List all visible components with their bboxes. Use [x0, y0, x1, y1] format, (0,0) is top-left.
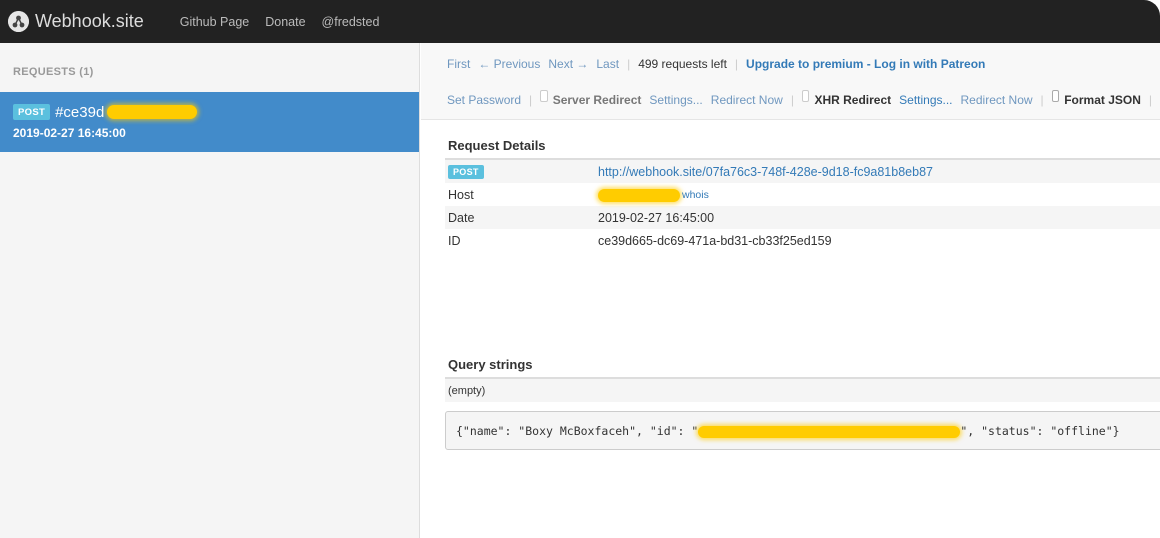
table-row: Host whois — [445, 183, 1160, 206]
server-redirect-now-link[interactable]: Redirect Now — [711, 93, 783, 107]
nav-github-page[interactable]: Github Page — [180, 15, 250, 29]
xhr-redirect-now-link[interactable]: Redirect Now — [961, 93, 1033, 107]
request-url-link[interactable]: http://webhook.site/07fa76c3-748f-428e-9… — [598, 165, 933, 179]
webhook-logo-icon — [8, 11, 29, 32]
requests-header: REQUESTS (1) — [13, 66, 94, 78]
xhr-redirect-label: XHR Redirect — [814, 93, 892, 107]
separator: | — [790, 93, 794, 107]
host-value: whois — [598, 187, 709, 202]
upgrade-link[interactable]: Upgrade to premium - Log in with Patreon — [746, 57, 985, 71]
separator: | — [1040, 93, 1044, 107]
format-json-checkbox[interactable] — [1051, 90, 1060, 102]
brand-link[interactable]: Webhook.site — [8, 11, 144, 32]
request-details-table: POST http://webhook.site/07fa76c3-748f-4… — [445, 158, 1160, 252]
body-text-end: ", "status": "offline"} — [960, 424, 1120, 438]
request-date: 2019-02-27 16:45:00 — [13, 126, 126, 140]
request-id: #ce39d — [55, 103, 105, 121]
previous-link[interactable]: ← Previous — [478, 57, 540, 71]
last-link[interactable]: Last — [596, 57, 619, 71]
whois-link[interactable]: whois — [682, 189, 709, 201]
redacted-highlight — [698, 425, 961, 438]
brand-name: Webhook.site — [35, 11, 144, 31]
table-row: POST http://webhook.site/07fa76c3-748f-4… — [445, 160, 1160, 183]
table-row: ID ce39d665-dc69-471a-bd31-cb33f25ed159 — [445, 229, 1160, 252]
request-body: {"name": "Boxy McBoxfaceh", "id": " ", "s… — [445, 411, 1160, 450]
separator: | — [627, 57, 631, 71]
request-list-item[interactable]: POST #ce39d 2019-02-27 16:45:00 — [0, 92, 419, 152]
separator: | — [529, 93, 533, 107]
requests-left: 499 requests left — [638, 57, 727, 71]
main-panel: First ← Previous Next → Last | 499 reque… — [421, 43, 1160, 538]
separator: | — [734, 57, 739, 71]
server-redirect-settings-link[interactable]: Settings... — [649, 93, 702, 107]
server-redirect-checkbox[interactable] — [540, 90, 548, 102]
next-link[interactable]: Next → — [548, 57, 588, 71]
date-label: Date — [448, 210, 475, 225]
body-text-start: {"name": "Boxy McBoxfaceh", "id": " — [456, 424, 699, 438]
id-label: ID — [448, 233, 461, 248]
set-password-link[interactable]: Set Password — [447, 93, 521, 107]
host-label: Host — [448, 187, 474, 202]
first-link[interactable]: First — [447, 57, 470, 71]
redacted-highlight — [598, 188, 680, 202]
toolbar: First ← Previous Next → Last | 499 reque… — [421, 43, 1160, 120]
request-details-title: Request Details — [448, 138, 546, 153]
separator: | — [1148, 93, 1152, 107]
nav-author[interactable]: @fredsted — [322, 15, 380, 29]
method-badge: POST — [13, 104, 51, 120]
xhr-redirect-checkbox[interactable] — [801, 90, 810, 102]
query-strings-title: Query strings — [448, 357, 533, 372]
xhr-redirect-settings-link[interactable]: Settings... — [899, 93, 952, 107]
top-navbar: Webhook.site Github Page Donate @fredste… — [0, 0, 1160, 43]
method-badge: POST — [448, 165, 484, 179]
query-strings-value: (empty) — [445, 377, 1160, 402]
nav-donate[interactable]: Donate — [265, 15, 305, 29]
redacted-highlight — [107, 105, 198, 119]
id-value: ce39d665-dc69-471a-bd31-cb33f25ed159 — [598, 233, 832, 248]
sidebar: REQUESTS (1) POST #ce39d 2019-02-27 16:4… — [0, 43, 420, 538]
date-value: 2019-02-27 16:45:00 — [598, 210, 715, 225]
table-row: Date 2019-02-27 16:45:00 — [445, 206, 1160, 229]
format-json-label: Format JSON — [1064, 93, 1141, 107]
server-redirect-label: Server Redirect — [552, 93, 642, 107]
method-cell: POST — [445, 164, 598, 179]
